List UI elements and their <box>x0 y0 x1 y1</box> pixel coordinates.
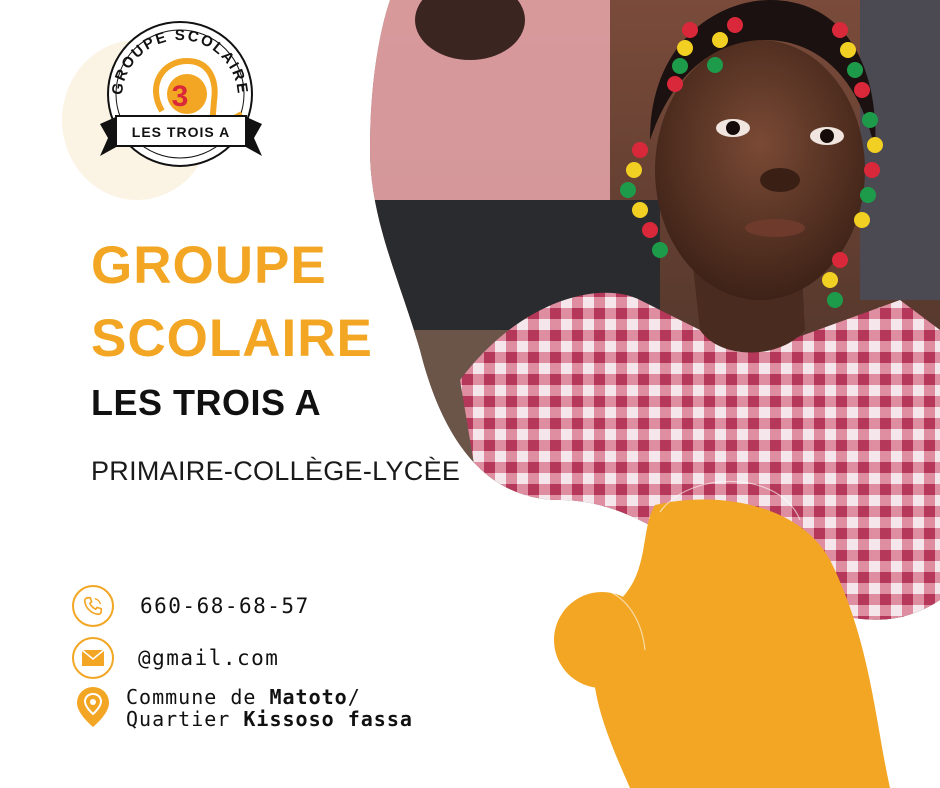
address-line-2: Quartier Kissoso fassa <box>126 708 413 730</box>
title-line-2: SCOLAIRE <box>91 309 373 368</box>
logo-ribbon-text: LES TROIS A <box>132 124 230 140</box>
email-address[interactable]: @gmail.com <box>138 646 279 670</box>
address-prefix-commune: Commune de <box>126 685 270 709</box>
phone-icon <box>72 585 114 627</box>
title-line-1: GROUPE <box>91 236 327 295</box>
mail-icon <box>72 637 114 679</box>
school-levels: PRIMAIRE-COLLÈGE-LYCÈE <box>91 456 461 486</box>
logo-numeral: 3 <box>172 80 189 113</box>
school-logo: GROUPE SCOLAIRE 3 LES TROIS A <box>100 21 262 167</box>
address-separator: / <box>347 685 361 709</box>
address-commune: Matoto <box>269 685 348 709</box>
phone-number[interactable]: 660-68-68-57 <box>140 594 310 618</box>
contact-email-row: @gmail.com <box>72 637 279 679</box>
address-line-1: Commune de Matoto/ <box>126 686 413 708</box>
address-text: Commune de Matoto/ Quartier Kissoso fass… <box>126 686 413 730</box>
address-prefix-quartier: Quartier <box>126 707 244 731</box>
contact-address-row: Commune de Matoto/ Quartier Kissoso fass… <box>72 686 413 730</box>
address-quartier: Kissoso fassa <box>243 707 413 731</box>
location-pin-icon <box>72 686 114 728</box>
flyer: GROUPE SCOLAIRE 3 LES TROIS A GROUPE SCO… <box>0 0 940 788</box>
school-name: LES TROIS A <box>91 382 322 423</box>
contact-phone-row: 660-68-68-57 <box>72 585 310 627</box>
